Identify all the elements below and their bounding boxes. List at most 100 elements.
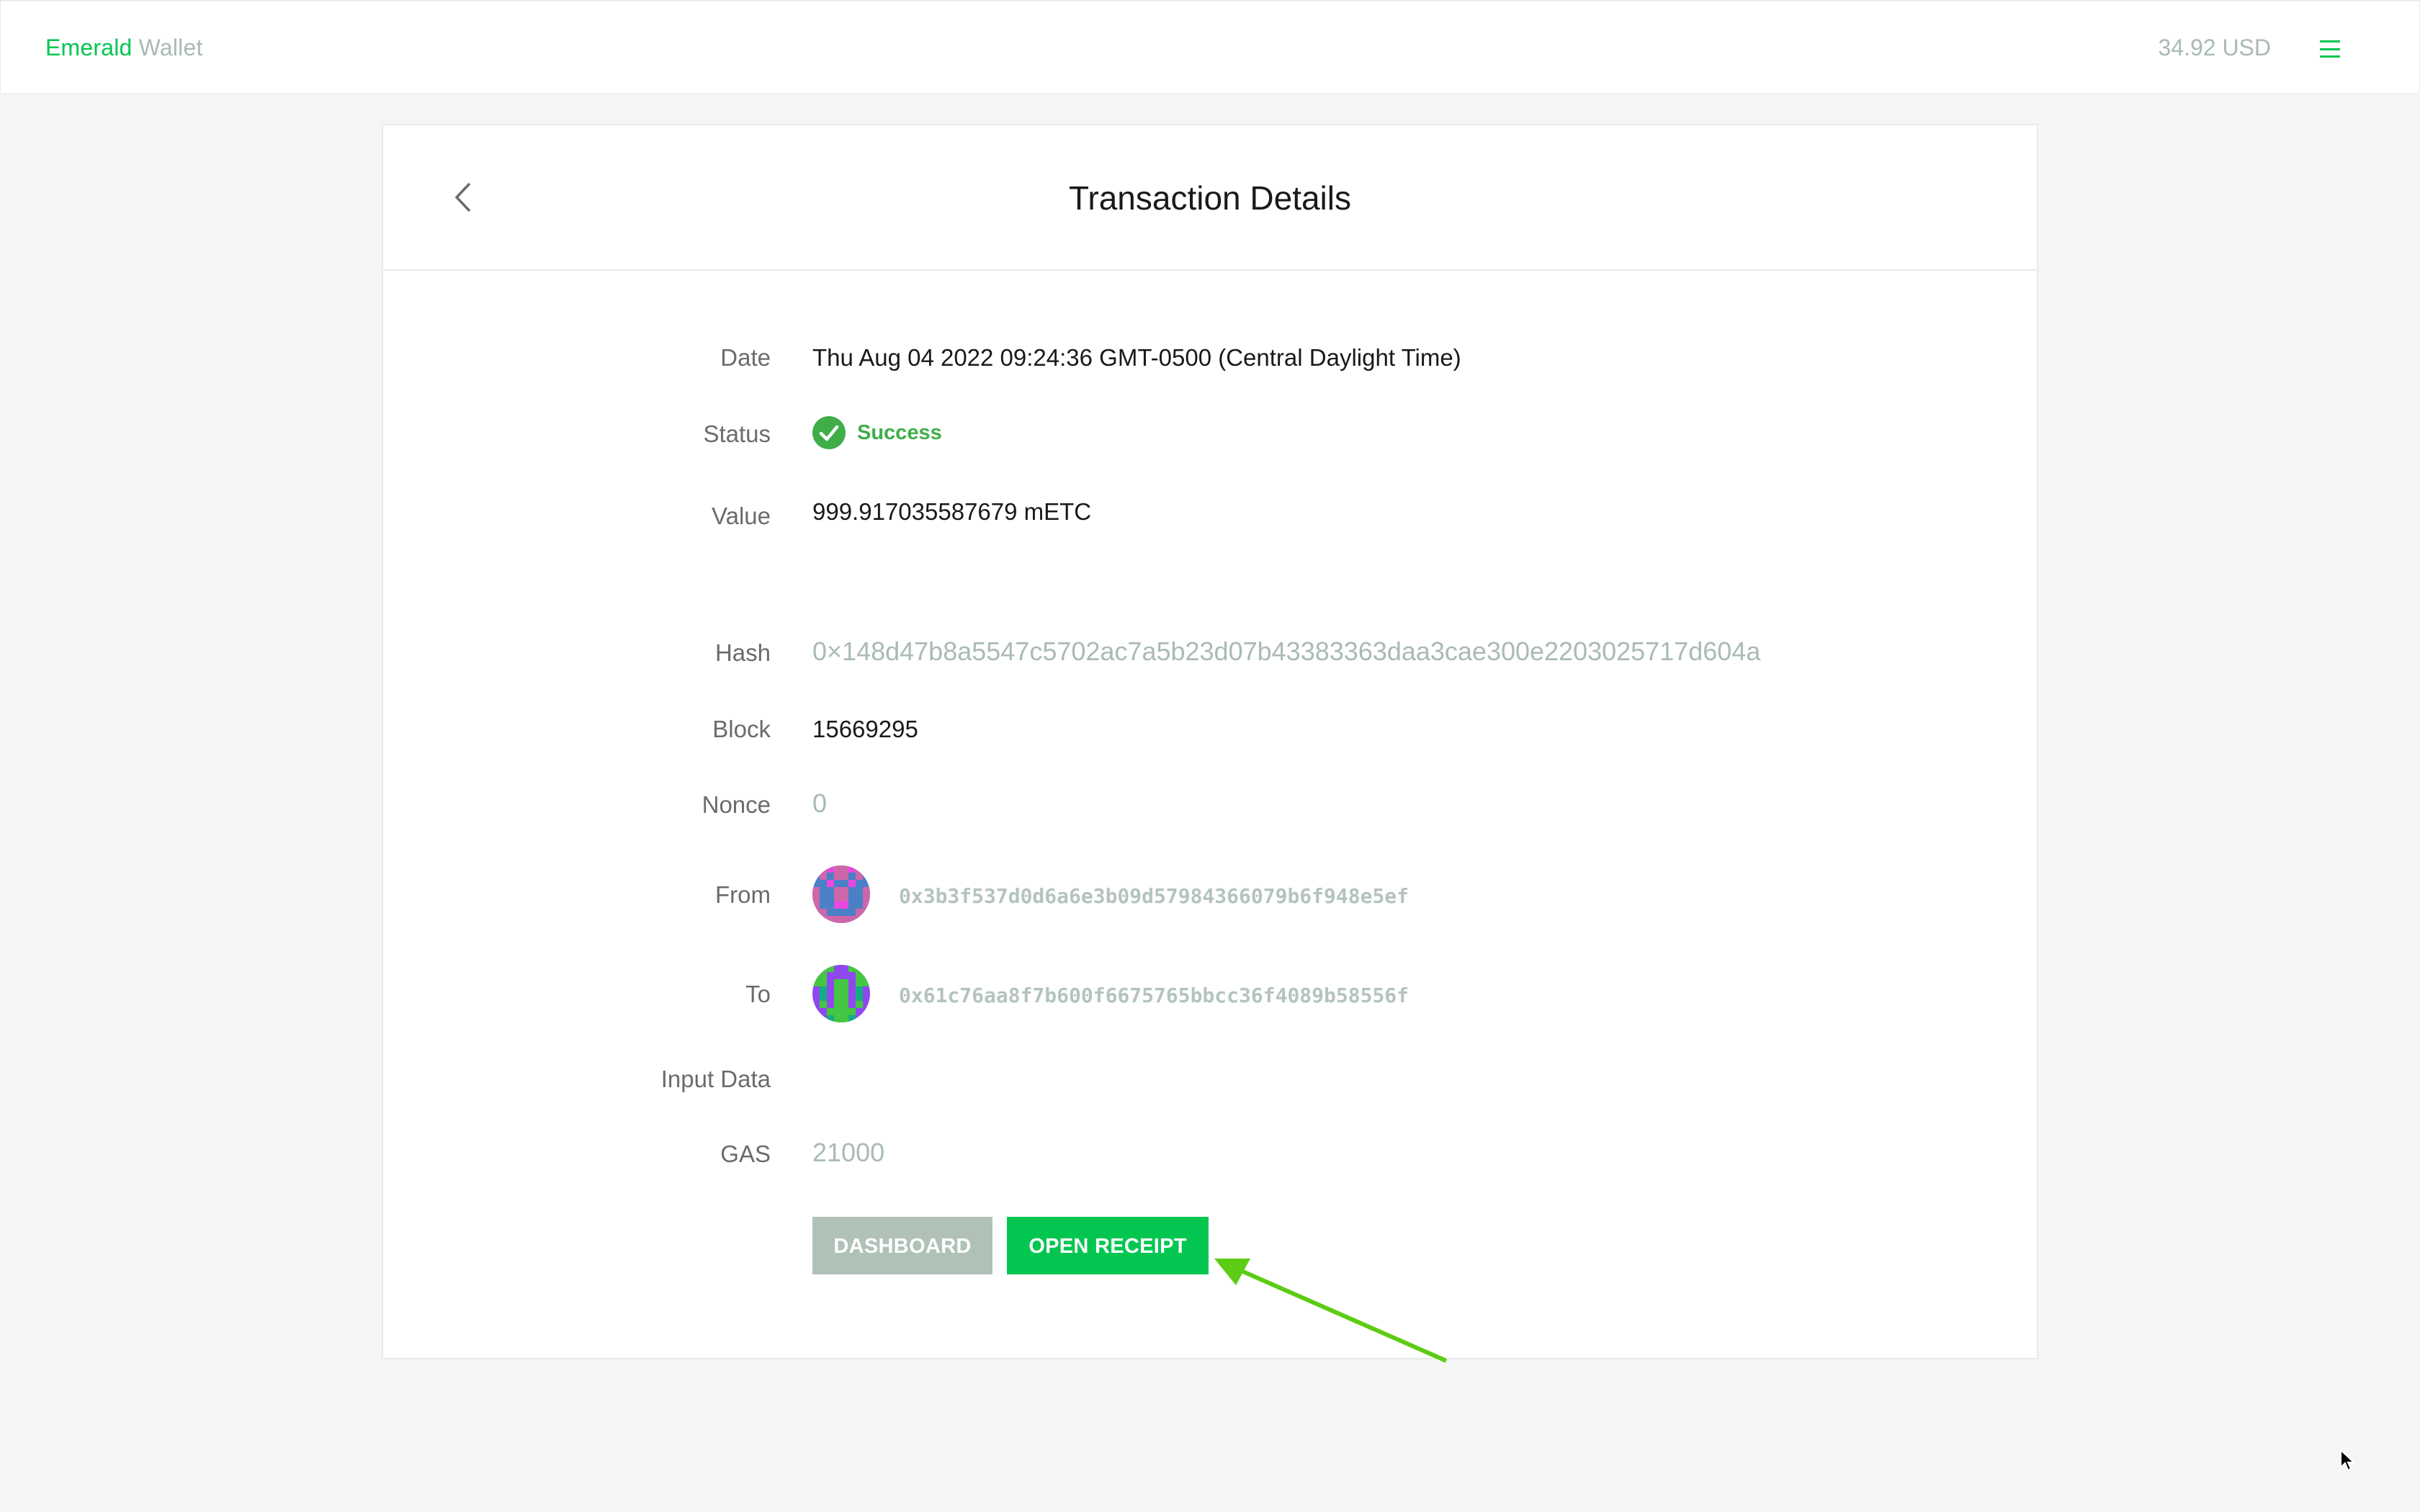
avatar-pixel — [848, 965, 856, 972]
avatar-pixel — [834, 873, 841, 880]
avatar-pixel — [834, 1015, 841, 1022]
avatar-pixel — [820, 979, 827, 986]
avatar-pixel — [863, 901, 870, 909]
avatar-pixel — [856, 916, 863, 923]
avatar-pixel — [863, 1015, 870, 1022]
brand-secondary: Wallet — [138, 35, 203, 60]
block-label: Block — [712, 716, 771, 742]
avatar-pixel — [848, 880, 856, 887]
date-value: Thu Aug 04 2022 09:24:36 GMT-0500 (Centr… — [812, 344, 1461, 371]
avatar-pixel — [820, 865, 827, 873]
avatar-pixel — [863, 894, 870, 901]
hamburger-menu-icon[interactable] — [2320, 40, 2340, 58]
avatar-pixel — [863, 979, 870, 986]
avatar-pixel — [856, 994, 863, 1001]
gas-value: 21000 — [812, 1138, 885, 1167]
avatar-pixel — [812, 894, 820, 901]
avatar-pixel — [812, 979, 820, 986]
total-balance: 34.92 USD — [2158, 35, 2271, 60]
brand-primary: Emerald — [45, 35, 133, 60]
avatar-pixel — [820, 916, 827, 923]
nonce-label: Nonce — [702, 791, 771, 818]
status-badge: Success — [857, 420, 942, 444]
avatar-pixel — [827, 916, 834, 923]
avatar-pixel — [863, 887, 870, 894]
avatar-pixel — [848, 1015, 856, 1022]
avatar-pixel — [841, 901, 848, 909]
avatar-pixel — [856, 909, 863, 916]
avatar-pixel — [841, 986, 848, 994]
mouse-cursor-icon — [2340, 1449, 2355, 1472]
avatar-pixel — [812, 901, 820, 909]
avatar-pixel — [856, 1001, 863, 1008]
dashboard-button[interactable]: DASHBOARD — [812, 1217, 992, 1274]
avatar-pixel — [834, 887, 841, 894]
avatar-pixel — [812, 865, 820, 873]
avatar-pixel — [848, 865, 856, 873]
avatar-pixel — [841, 873, 848, 880]
avatar-pixel — [834, 1008, 841, 1015]
input-data-label: Input Data — [660, 1066, 771, 1092]
top-app-bar: Emerald Wallet 34.92 USD — [0, 0, 2420, 94]
avatar-pixel — [856, 972, 863, 979]
avatar-pixel — [856, 873, 863, 880]
avatar-pixel — [841, 979, 848, 986]
avatar-pixel — [820, 972, 827, 979]
transaction-details-card: Transaction Details Date Thu Aug 04 2022… — [382, 124, 2038, 1359]
from-address[interactable]: 0x3b3f537d0d6a6e3b09d57984366079b6f948e5… — [899, 884, 1409, 908]
avatar-pixel — [841, 1015, 848, 1022]
avatar-pixel — [841, 865, 848, 873]
check-circle-icon — [812, 416, 846, 449]
avatar-pixel — [841, 887, 848, 894]
avatar-pixel — [827, 1008, 834, 1015]
avatar-pixel — [812, 972, 820, 979]
amount-value: 999.917035587679 mETC — [812, 498, 1092, 525]
to-label: To — [745, 981, 771, 1007]
avatar-pixel — [834, 901, 841, 909]
app-logo[interactable]: Emerald Wallet — [45, 35, 203, 61]
block-value: 15669295 — [812, 716, 918, 742]
avatar-pixel — [841, 894, 848, 901]
from-label: From — [715, 881, 771, 908]
avatar-pixel — [812, 909, 820, 916]
avatar-pixel — [820, 994, 827, 1001]
status-value: Success — [812, 416, 942, 449]
card-header: Transaction Details — [383, 125, 2037, 271]
avatar-pixel — [820, 965, 827, 972]
status-label: Status — [703, 420, 771, 447]
avatar-pixel — [820, 873, 827, 880]
avatar-pixel — [812, 1015, 820, 1022]
avatar-pixel — [856, 979, 863, 986]
avatar-pixel — [827, 880, 834, 887]
open-receipt-button[interactable]: OPEN RECEIPT — [1007, 1217, 1209, 1274]
avatar-pixel — [834, 994, 841, 1001]
avatar-pixel — [820, 1001, 827, 1008]
avatar-pixel — [841, 1001, 848, 1008]
gas-label: GAS — [720, 1140, 771, 1167]
hash-value[interactable]: 0×148d47b8a5547c5702ac7a5b23d07b43383363… — [812, 636, 1760, 667]
avatar-pixel — [863, 909, 870, 916]
avatar-pixel — [812, 887, 820, 894]
date-label: Date — [720, 344, 771, 371]
avatar-pixel — [834, 979, 841, 986]
avatar-pixel — [834, 1001, 841, 1008]
avatar-pixel — [848, 1008, 856, 1015]
avatar-pixel — [827, 865, 834, 873]
avatar-pixel — [834, 916, 841, 923]
to-address[interactable]: 0x61c76aa8f7b600f6675765bbcc36f4089b5855… — [899, 984, 1409, 1007]
page-title: Transaction Details — [1068, 179, 1351, 217]
avatar-pixel — [841, 994, 848, 1001]
avatar-pixel — [820, 986, 827, 994]
to-avatar — [812, 965, 870, 1022]
avatar-pixel — [856, 965, 863, 972]
avatar-pixel — [863, 972, 870, 979]
avatar-pixel — [856, 986, 863, 994]
avatar-pixel — [841, 916, 848, 923]
avatar-pixel — [856, 865, 863, 873]
avatar-pixel — [841, 1008, 848, 1015]
avatar-pixel — [834, 894, 841, 901]
nonce-value: 0 — [812, 788, 828, 818]
avatar-pixel — [820, 909, 827, 916]
from-avatar — [812, 865, 870, 923]
avatar-pixel — [827, 1015, 834, 1022]
